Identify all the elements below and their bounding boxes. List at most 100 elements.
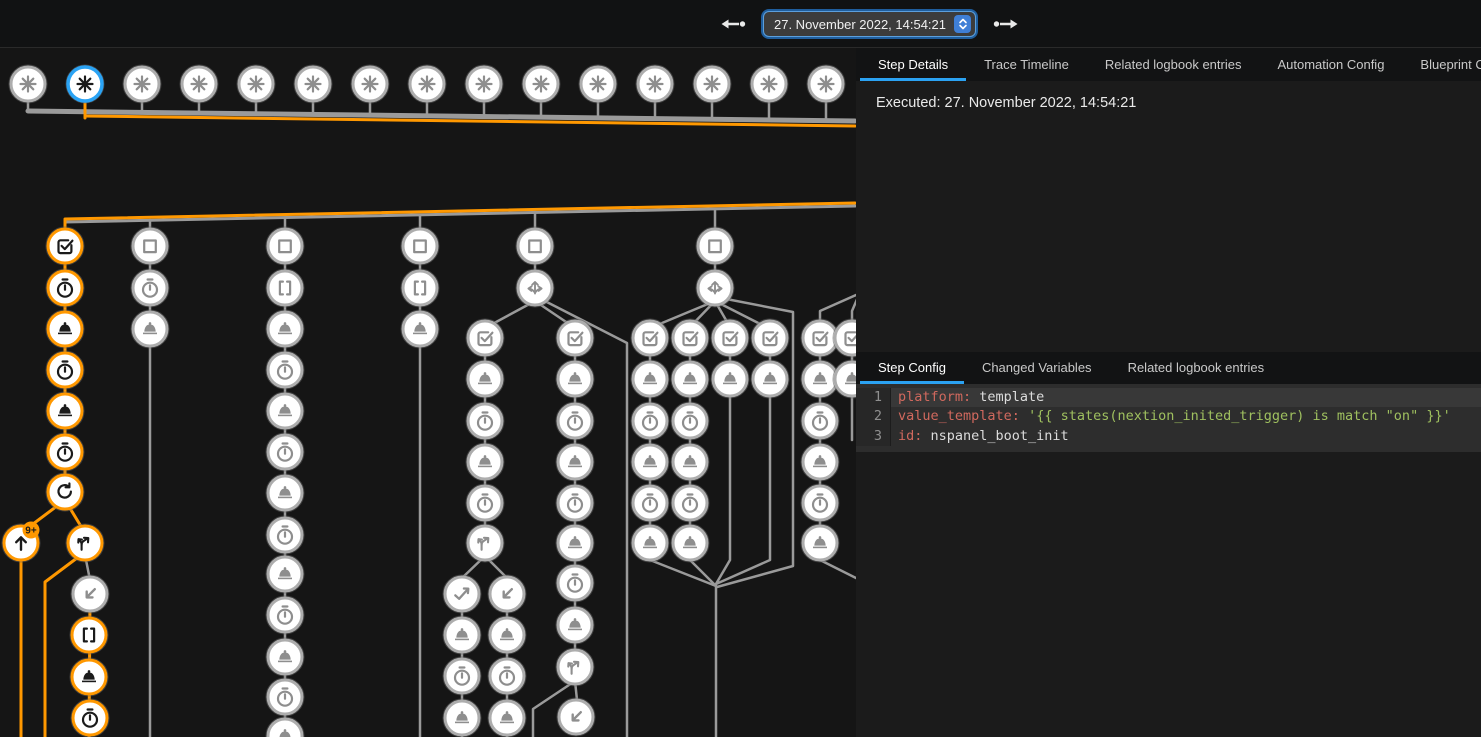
trace-select[interactable]: 27. November 2022, 14:54:21 bbox=[763, 11, 976, 37]
graph-node-timer[interactable] bbox=[556, 484, 594, 522]
graph-node-timer[interactable] bbox=[131, 269, 169, 307]
graph-node-square[interactable] bbox=[401, 227, 439, 265]
code-line[interactable]: 3id: nspanel_boot_init bbox=[856, 427, 1481, 446]
graph-node-service[interactable] bbox=[70, 658, 108, 696]
graph-node-service[interactable] bbox=[266, 638, 304, 676]
graph-node-service[interactable] bbox=[631, 360, 669, 398]
previous-trace-button[interactable] bbox=[718, 15, 750, 33]
graph-node-service[interactable] bbox=[631, 524, 669, 562]
graph-node-choose[interactable] bbox=[516, 269, 554, 307]
graph-node-repeat[interactable] bbox=[46, 473, 84, 511]
graph-node-timer[interactable] bbox=[266, 351, 304, 389]
graph-node-service[interactable] bbox=[266, 717, 304, 737]
graph-node-timer[interactable] bbox=[466, 402, 504, 440]
graph-node-timer[interactable] bbox=[46, 269, 84, 307]
graph-node-timer[interactable] bbox=[266, 516, 304, 554]
graph-node-timer[interactable] bbox=[266, 433, 304, 471]
graph-node-arrow-down-left[interactable] bbox=[71, 575, 109, 613]
graph-node-asterisk[interactable] bbox=[237, 65, 275, 103]
graph-node-choose[interactable] bbox=[696, 269, 734, 307]
graph-node-square[interactable] bbox=[516, 227, 554, 265]
graph-node-timer[interactable] bbox=[671, 484, 709, 522]
graph-node-checkbox-marked[interactable] bbox=[46, 227, 84, 265]
tab-automation-config[interactable]: Automation Config bbox=[1259, 48, 1402, 81]
graph-node-service[interactable] bbox=[671, 360, 709, 398]
graph-node-service[interactable] bbox=[801, 524, 839, 562]
graph-node-asterisk[interactable] bbox=[66, 65, 104, 103]
graph-node-service[interactable] bbox=[488, 616, 526, 654]
graph-node-square[interactable] bbox=[266, 227, 304, 265]
graph-node-service[interactable] bbox=[488, 699, 526, 737]
graph-node-checkbox-marked[interactable] bbox=[751, 319, 789, 357]
step-config-code[interactable]: 1platform: template2value_template: '{{ … bbox=[856, 384, 1481, 452]
graph-node-service[interactable] bbox=[556, 443, 594, 481]
graph-node-brackets[interactable] bbox=[266, 269, 304, 307]
graph-node-asterisk[interactable] bbox=[579, 65, 617, 103]
graph-node-asterisk[interactable] bbox=[351, 65, 389, 103]
graph-node-service[interactable] bbox=[833, 360, 856, 398]
graph-node-checkbox-marked[interactable] bbox=[556, 319, 594, 357]
graph-node-fork[interactable] bbox=[66, 524, 104, 562]
graph-node-fork[interactable] bbox=[556, 648, 594, 686]
graph-node-service[interactable] bbox=[801, 443, 839, 481]
graph-node-check-arrow[interactable] bbox=[443, 575, 481, 613]
graph-node-service[interactable] bbox=[466, 360, 504, 398]
graph-node-asterisk[interactable] bbox=[465, 65, 503, 103]
graph-node-service[interactable] bbox=[401, 310, 439, 348]
graph-node-checkbox-marked[interactable] bbox=[466, 319, 504, 357]
graph-node-square[interactable] bbox=[131, 227, 169, 265]
graph-node-square[interactable] bbox=[696, 227, 734, 265]
graph-node-service[interactable] bbox=[671, 524, 709, 562]
graph-node-timer[interactable] bbox=[466, 484, 504, 522]
graph-node-timer[interactable] bbox=[488, 657, 526, 695]
graph-node-asterisk[interactable] bbox=[9, 65, 47, 103]
graph-node-service[interactable] bbox=[631, 443, 669, 481]
graph-node-checkbox-marked[interactable] bbox=[711, 319, 749, 357]
graph-node-checkbox-marked[interactable] bbox=[671, 319, 709, 357]
graph-node-asterisk[interactable] bbox=[408, 65, 446, 103]
graph-node-arrow-down-left[interactable] bbox=[557, 698, 595, 736]
graph-node-service[interactable] bbox=[671, 443, 709, 481]
graph-node-service[interactable] bbox=[46, 392, 84, 430]
graph-node-asterisk[interactable] bbox=[807, 65, 845, 103]
graph-node-timer[interactable] bbox=[801, 402, 839, 440]
graph-node-service[interactable] bbox=[466, 443, 504, 481]
graph-node-timer[interactable] bbox=[46, 351, 84, 389]
code-line[interactable]: 1platform: template bbox=[856, 388, 1481, 407]
graph-node-asterisk[interactable] bbox=[750, 65, 788, 103]
graph-node-timer[interactable] bbox=[671, 402, 709, 440]
graph-node-service[interactable] bbox=[266, 392, 304, 430]
graph-node-brackets[interactable] bbox=[401, 269, 439, 307]
graph-node-service[interactable] bbox=[443, 699, 481, 737]
graph-node-timer[interactable] bbox=[266, 596, 304, 634]
graph-node-service[interactable] bbox=[751, 360, 789, 398]
graph-node-timer[interactable] bbox=[266, 678, 304, 716]
graph-node-asterisk[interactable] bbox=[693, 65, 731, 103]
graph-node-service[interactable] bbox=[556, 360, 594, 398]
graph-node-timer[interactable] bbox=[71, 699, 109, 737]
graph-node-arrow-down-left[interactable] bbox=[488, 575, 526, 613]
graph-node-service[interactable] bbox=[443, 616, 481, 654]
tab-related-logbook-entries[interactable]: Related logbook entries bbox=[1087, 48, 1260, 81]
graph-node-brackets[interactable] bbox=[70, 616, 108, 654]
graph-node-asterisk[interactable] bbox=[123, 65, 161, 103]
graph-node-checkbox-marked[interactable] bbox=[833, 319, 856, 357]
graph-node-service[interactable] bbox=[266, 474, 304, 512]
tab-trace-timeline[interactable]: Trace Timeline bbox=[966, 48, 1087, 81]
graph-node-fork[interactable] bbox=[466, 524, 504, 562]
graph-node-service[interactable] bbox=[711, 360, 749, 398]
graph-node-timer[interactable] bbox=[443, 657, 481, 695]
code-line[interactable]: 2value_template: '{{ states(nextion_init… bbox=[856, 407, 1481, 426]
next-trace-button[interactable] bbox=[989, 15, 1021, 33]
graph-node-timer[interactable] bbox=[631, 402, 669, 440]
tab-related-logbook-entries[interactable]: Related logbook entries bbox=[1110, 352, 1283, 384]
graph-node-asterisk[interactable] bbox=[180, 65, 218, 103]
tab-changed-variables[interactable]: Changed Variables bbox=[964, 352, 1110, 384]
graph-node-service[interactable] bbox=[556, 606, 594, 644]
graph-node-service[interactable] bbox=[266, 555, 304, 593]
graph-node-timer[interactable] bbox=[631, 484, 669, 522]
graph-node-timer[interactable] bbox=[801, 484, 839, 522]
tab-step-details[interactable]: Step Details bbox=[860, 48, 966, 81]
graph-node-timer[interactable] bbox=[46, 433, 84, 471]
graph-node-asterisk[interactable] bbox=[636, 65, 674, 103]
